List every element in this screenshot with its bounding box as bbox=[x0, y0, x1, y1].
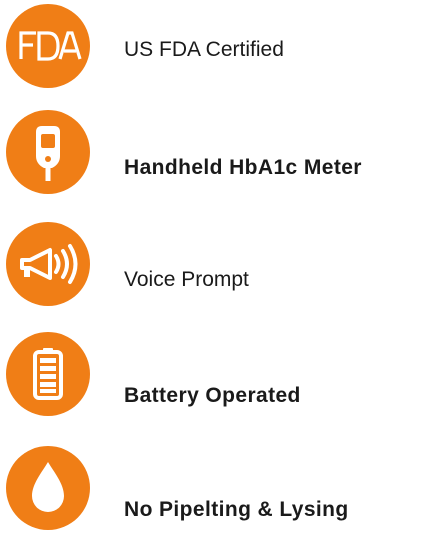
feature-label: US FDA Certified bbox=[124, 38, 284, 61]
feature-row-no-pipetting: No Pipelting & Lysing bbox=[0, 446, 435, 530]
feature-row-battery-operated: Battery Operated bbox=[0, 332, 435, 416]
feature-label: Battery Operated bbox=[124, 384, 301, 407]
feature-row-handheld-meter: Handheld HbA1c Meter bbox=[0, 110, 435, 194]
feature-list: US FDA Certified Handheld HbA1c Meter Vo… bbox=[0, 0, 435, 554]
battery-icon bbox=[6, 332, 90, 416]
feature-label: Handheld HbA1c Meter bbox=[124, 156, 362, 179]
feature-row-fda-certified: US FDA Certified bbox=[0, 0, 435, 88]
feature-row-voice-prompt: Voice Prompt bbox=[0, 222, 435, 306]
speaker-voice-icon bbox=[6, 222, 90, 306]
water-drop-icon bbox=[6, 446, 90, 530]
feature-label: No Pipelting & Lysing bbox=[124, 498, 349, 521]
feature-label: Voice Prompt bbox=[124, 268, 249, 291]
handheld-meter-icon bbox=[6, 110, 90, 194]
fda-logo-icon bbox=[6, 4, 90, 88]
